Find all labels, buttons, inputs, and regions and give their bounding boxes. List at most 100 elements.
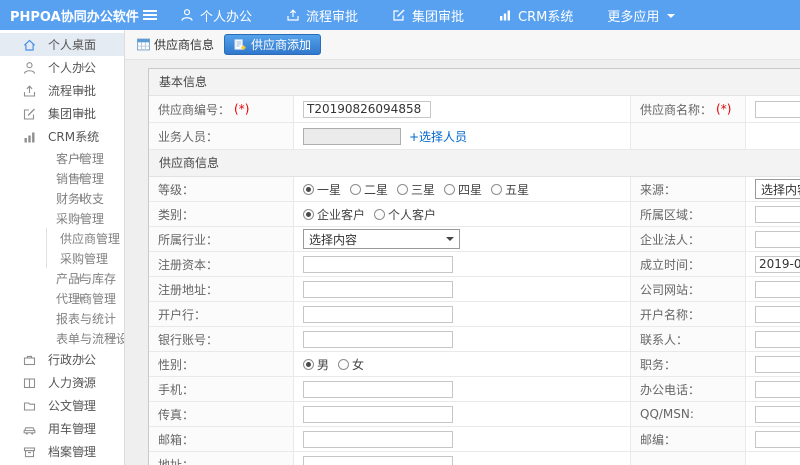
radio-checked-icon[interactable]: [303, 358, 314, 370]
expander-icon[interactable]: +: [77, 106, 88, 121]
sidebar-item-crm-system[interactable]: CRM系统 −: [0, 125, 124, 148]
collapse-icon[interactable]: −: [75, 211, 86, 226]
postcode-input[interactable]: [755, 430, 800, 448]
address-input[interactable]: [303, 455, 453, 465]
supplier-code-input[interactable]: [303, 100, 431, 118]
sidebar-item-label: 公文管理: [48, 399, 97, 413]
sidebar-item-finance[interactable]: 财务收支 +: [0, 188, 124, 208]
sidebar-item-supplier-mgmt[interactable]: 供应商管理: [0, 228, 124, 248]
select-arrow-icon: [446, 237, 454, 245]
field-label: 性别：: [158, 357, 195, 372]
bank-branch-input[interactable]: [303, 305, 453, 323]
mobile-input[interactable]: [303, 380, 453, 398]
collapse-icon[interactable]: −: [77, 129, 88, 144]
top-bar: PHPOA协同办公软件 个人办公 流程审批 集团审批 CRM系统 更多应用: [0, 0, 800, 30]
tab-supplier-add[interactable]: 供应商添加: [224, 34, 322, 55]
expander-icon[interactable]: +: [77, 444, 88, 459]
field-label: 联系人：: [640, 332, 689, 347]
sidebar-item-personal-office[interactable]: 个人办公 +: [0, 56, 124, 79]
radio-checked-icon[interactable]: [303, 183, 314, 195]
sidebar-item-personal-desktop[interactable]: 个人桌面: [0, 33, 124, 56]
sidebar-item-group-approval[interactable]: 集团审批 +: [0, 102, 124, 125]
company-website-input[interactable]: [755, 280, 800, 298]
bank-account-input[interactable]: [303, 330, 453, 348]
registered-address-input[interactable]: [303, 280, 453, 298]
email-input[interactable]: [303, 430, 453, 448]
founded-date-input[interactable]: [755, 255, 800, 273]
legal-person-input[interactable]: [755, 230, 800, 248]
radio-checked-icon[interactable]: [303, 208, 314, 220]
sidebar-item-admin-office[interactable]: 行政办公 +: [0, 348, 124, 371]
contact-person-input[interactable]: [755, 330, 800, 348]
form-row: 等级： 一星 二星 三星 四星 五星 来源： 选择内容: [149, 177, 800, 202]
sidebar-item-label: 行政办公: [48, 353, 97, 367]
radio-icon[interactable]: [338, 358, 350, 370]
field-label: 注册资本：: [158, 257, 219, 272]
registered-capital-input[interactable]: [303, 255, 453, 273]
sidebar-item-sales-mgmt[interactable]: 销售管理 +: [0, 168, 124, 188]
radio-label: 企业客户: [317, 207, 366, 222]
expander-icon[interactable]: +: [77, 375, 88, 390]
expander-icon[interactable]: +: [77, 83, 88, 98]
field-label: 银行账号：: [158, 332, 219, 347]
sidebar-item-customer-mgmt[interactable]: 客户管理 +: [0, 148, 124, 168]
topnav-group-approval[interactable]: 集团审批: [392, 6, 464, 25]
expander-icon[interactable]: +: [77, 421, 88, 436]
sidebar-item-label: 代理商管理: [56, 291, 117, 306]
sidebar-item-human-resources[interactable]: 人力资源 +: [0, 371, 124, 394]
sidebar-item-purchase-mgmt[interactable]: 采购管理 −: [0, 208, 124, 228]
job-title-input[interactable]: [755, 355, 800, 373]
topnav-label: 个人办公: [200, 9, 253, 25]
sidebar-item-agent-mgmt[interactable]: 代理商管理 +: [0, 288, 124, 308]
expander-icon[interactable]: +: [75, 191, 86, 206]
expander-icon[interactable]: +: [77, 60, 88, 75]
expander-icon[interactable]: +: [77, 398, 88, 413]
expander-icon[interactable]: +: [75, 291, 86, 306]
topnav-personal-office[interactable]: 个人办公: [180, 6, 252, 25]
sidebar-item-purchasing[interactable]: 采购管理: [0, 248, 124, 268]
field-label: 业务人员：: [158, 129, 219, 144]
expander-icon[interactable]: +: [75, 151, 86, 166]
supplier-name-input[interactable]: [755, 100, 800, 118]
sidebar-item-archive-mgmt[interactable]: 档案管理 +: [0, 440, 124, 463]
fax-input[interactable]: [303, 405, 453, 423]
sidebar-item-product-inventory[interactable]: 产品与库存 +: [0, 268, 124, 288]
source-select[interactable]: 选择内容: [755, 179, 800, 199]
office-phone-input[interactable]: [755, 380, 800, 398]
region-input[interactable]: [755, 205, 800, 223]
qq-msn-input[interactable]: [755, 405, 800, 423]
radio-icon[interactable]: [491, 183, 503, 195]
radio-icon[interactable]: [350, 183, 362, 195]
sidebar-item-reports[interactable]: 报表与统计: [0, 308, 124, 328]
radio-label: 四星: [458, 182, 483, 197]
sidebar-item-document-mgmt[interactable]: 公文管理 +: [0, 394, 124, 417]
industry-select[interactable]: 选择内容: [303, 229, 460, 249]
sidebar-item-vehicle-mgmt[interactable]: 用车管理 +: [0, 417, 124, 440]
form-row: 手机： 办公电话：: [149, 377, 800, 402]
car-icon: [22, 422, 38, 436]
sidebar-item-form-flow-settings[interactable]: 表单与流程设置 +: [0, 328, 124, 348]
expander-icon[interactable]: +: [107, 331, 118, 346]
topnav-more-apps[interactable]: 更多应用: [607, 6, 676, 25]
field-label: 所属区域：: [640, 207, 701, 222]
topnav-label: 更多应用: [607, 9, 660, 25]
field-label: 企业法人：: [640, 232, 701, 247]
menu-toggle-icon[interactable]: [142, 8, 158, 22]
tab-supplier-info[interactable]: 供应商信息: [137, 36, 214, 53]
radio-icon[interactable]: [444, 183, 456, 195]
sales-person-input[interactable]: [303, 127, 401, 145]
expander-icon[interactable]: +: [75, 171, 86, 186]
field-label: 供应商编号：: [158, 102, 231, 117]
radio-icon[interactable]: [374, 208, 386, 220]
radio-icon[interactable]: [397, 183, 409, 195]
account-name-input[interactable]: [755, 305, 800, 323]
topnav-workflow-approval[interactable]: 流程审批: [286, 6, 358, 25]
expander-icon[interactable]: +: [77, 352, 88, 367]
sidebar-item-label: 集团审批: [48, 107, 97, 121]
expander-icon[interactable]: +: [75, 271, 86, 286]
book-icon: [22, 376, 38, 390]
select-person-link[interactable]: +选择人员: [409, 128, 467, 145]
form-row: 所属行业： 选择内容 企业法人：: [149, 227, 800, 252]
topnav-crm-system[interactable]: CRM系统: [498, 6, 573, 25]
sidebar-item-workflow-approval[interactable]: 流程审批 +: [0, 79, 124, 102]
